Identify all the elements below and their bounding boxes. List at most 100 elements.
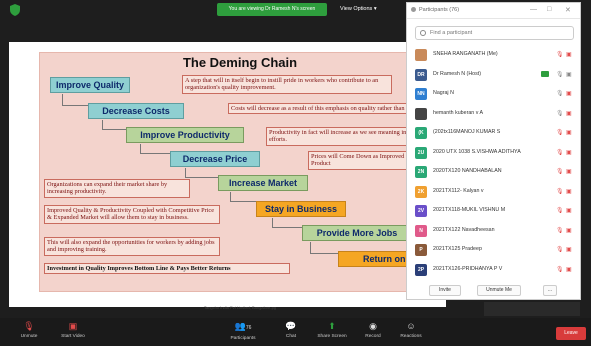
slide: The Deming Chain Improve Quality Decreas… xyxy=(39,52,441,310)
shared-screen: The Deming Chain Improve Quality Decreas… xyxy=(9,42,446,310)
avatar: NN xyxy=(415,88,427,100)
unmute-me-button[interactable]: Unmute Me xyxy=(477,285,521,296)
reactions-icon: ☺ xyxy=(406,321,416,331)
participant-search-input[interactable]: Find a participant xyxy=(415,26,574,40)
mic-muted-icon[interactable]: 🎙 xyxy=(556,149,564,156)
step-decrease-price: Decrease Price xyxy=(170,151,260,167)
participants-label: Participants xyxy=(230,336,256,341)
participant-row[interactable]: N 2021TX122 Navadheesan 🎙 ▣ xyxy=(407,222,580,242)
participant-name: 2021TX125 Pradeep xyxy=(433,246,482,252)
participant-name: (202tx116MANOJ KUMAR S xyxy=(433,129,501,135)
share-screen-label: Share Screen xyxy=(317,334,347,339)
view-options-menu[interactable]: View Options ▾ xyxy=(340,3,377,16)
participant-row[interactable]: DR Dr Ramesh N (Host) 🎙 ▣ xyxy=(407,66,580,86)
video-off-icon: ▣ xyxy=(68,321,78,331)
participant-row[interactable]: hemanth kuberan v A 🎙 ▣ xyxy=(407,105,580,125)
unmute-button[interactable]: 🎙 Unmute xyxy=(8,320,50,339)
note-stay-in-business: Improved Quality & Productivity Coupled … xyxy=(44,205,220,224)
avatar: (K xyxy=(415,127,427,139)
participant-name: 2021TX126-PRIDHANYA P V xyxy=(433,265,503,272)
participant-row[interactable]: 2P 2021TX126-PRIDHANYA P V 🎙 ▣ xyxy=(407,261,580,281)
step-decrease-costs: Decrease Costs xyxy=(88,103,184,119)
video-off-icon[interactable]: ▣ xyxy=(566,110,572,117)
search-icon xyxy=(420,30,426,36)
reactions-label: Reactions xyxy=(400,334,422,339)
video-off-icon[interactable]: ▣ xyxy=(566,188,572,195)
participants-button[interactable]: 👥76 Participants xyxy=(222,320,264,341)
participant-row[interactable]: 2K 2021TX112- Kalyan v 🎙 ▣ xyxy=(407,183,580,203)
chat-button[interactable]: 💬 Chat xyxy=(270,320,312,339)
video-off-icon[interactable]: ▣ xyxy=(566,90,572,97)
avatar xyxy=(415,49,427,61)
participant-row[interactable]: 2V 2021TX118-MUKIL VISHNU M 🎙 ▣ xyxy=(407,202,580,222)
unmute-label: Unmute xyxy=(20,334,38,339)
participant-row[interactable]: NN Nagraj N 🎙 ▣ xyxy=(407,85,580,105)
video-off-icon[interactable]: ▣ xyxy=(566,227,572,234)
participant-name: 2021TX118-MUKIL VISHNU M xyxy=(433,207,506,213)
avatar: 2U xyxy=(415,146,427,159)
mic-muted-icon[interactable]: 🎙 xyxy=(556,168,564,175)
record-icon: ◉ xyxy=(369,321,377,331)
participants-header: Participants (76) — □ ✕ xyxy=(407,3,580,19)
mic-icon[interactable]: 🎙 xyxy=(556,90,564,97)
chain-arrow xyxy=(185,168,219,178)
slide-footer: Tangcho India Pvt Limited, Bangalore-pg xyxy=(203,305,277,310)
mic-muted-icon[interactable]: 🎙 xyxy=(556,246,564,253)
mic-muted-icon: 🎙 xyxy=(23,321,35,331)
screen-share-icon xyxy=(541,70,549,77)
participant-row[interactable]: (K (202tx116MANOJ KUMAR S 🎙 ▣ xyxy=(407,124,580,144)
more-button[interactable]: ... xyxy=(543,285,557,296)
video-off-icon[interactable]: ▣ xyxy=(566,246,572,253)
participant-row[interactable]: 2N 2020TX120 NANDHABALAN 🎙 ▣ xyxy=(407,163,580,183)
video-off-icon[interactable]: ▣ xyxy=(566,168,572,175)
participant-name: 2020TX120 NANDHABALAN xyxy=(433,168,502,174)
participant-name: Dr Ramesh N (Host) xyxy=(433,70,481,77)
avatar: P xyxy=(415,244,427,256)
video-off-icon[interactable]: ▣ xyxy=(566,51,572,58)
step-improve-productivity: Improve Productivity xyxy=(126,127,244,143)
note-improve-quality: A step that will in itself begin to inst… xyxy=(182,75,392,94)
share-screen-icon: ⬆ xyxy=(328,321,336,331)
leave-button[interactable]: Leave xyxy=(556,327,586,340)
share-screen-button[interactable]: ⬆ Share Screen xyxy=(311,320,353,339)
video-off-icon[interactable]: ▣ xyxy=(566,266,572,273)
video-icon[interactable]: ▣ xyxy=(566,71,572,78)
chain-arrow xyxy=(140,144,172,154)
video-off-icon[interactable]: ▣ xyxy=(566,149,572,156)
self-view-thumbnail[interactable] xyxy=(484,302,580,316)
mic-muted-icon[interactable]: 🎙 xyxy=(556,207,564,214)
mic-muted-icon[interactable]: 🎙 xyxy=(556,129,564,136)
participants-count: 76 xyxy=(245,325,252,331)
mic-icon[interactable]: 🎙 xyxy=(556,110,564,117)
mic-muted-icon[interactable]: 🎙 xyxy=(556,266,564,273)
mic-muted-icon[interactable]: 🎙 xyxy=(556,188,564,195)
note-return-on-investment: Investment in Quality Improves Bottom Li… xyxy=(44,263,290,275)
avatar: N xyxy=(415,224,427,237)
invite-button[interactable]: Invite xyxy=(429,285,461,296)
video-off-icon[interactable]: ▣ xyxy=(566,207,572,214)
chat-icon: 💬 xyxy=(285,321,297,331)
participant-row[interactable]: SNEHA RANGANATH (Me) 🎙 ▣ xyxy=(407,46,580,66)
participant-row[interactable]: P 2021TX125 Pradeep 🎙 ▣ xyxy=(407,241,580,261)
participant-row[interactable]: 2U 2020 UTX 1038 S.VISHWA ADITHYA 🎙 ▣ xyxy=(407,144,580,164)
maximize-icon[interactable]: □ xyxy=(547,6,551,13)
reactions-button[interactable]: ☺ Reactions xyxy=(390,320,432,339)
record-button[interactable]: ◉ Record xyxy=(352,320,394,339)
start-video-button[interactable]: ▣ Start Video xyxy=(52,320,94,339)
participants-icon: 👥76 xyxy=(234,321,252,331)
step-provide-more-jobs: Provide More Jobs xyxy=(302,225,412,241)
minimize-icon[interactable]: — xyxy=(530,6,537,13)
security-shield-icon[interactable] xyxy=(10,4,20,16)
participants-title: Participants (76) xyxy=(419,7,460,13)
video-off-icon[interactable]: ▣ xyxy=(566,129,572,136)
mic-icon[interactable]: 🎙 xyxy=(556,71,564,78)
avatar: DR xyxy=(415,68,427,81)
mic-muted-icon[interactable]: 🎙 xyxy=(556,227,564,234)
note-increase-market: Organizations can expand their market sh… xyxy=(44,179,190,198)
participants-actions: Invite Unmute Me ... xyxy=(407,283,580,299)
step-stay-in-business: Stay in Business xyxy=(256,201,346,217)
mic-muted-icon[interactable]: 🎙 xyxy=(556,51,564,58)
participant-name: 2021TX112- Kalyan v xyxy=(433,187,484,194)
avatar xyxy=(415,107,427,120)
close-icon[interactable]: ✕ xyxy=(565,6,571,14)
